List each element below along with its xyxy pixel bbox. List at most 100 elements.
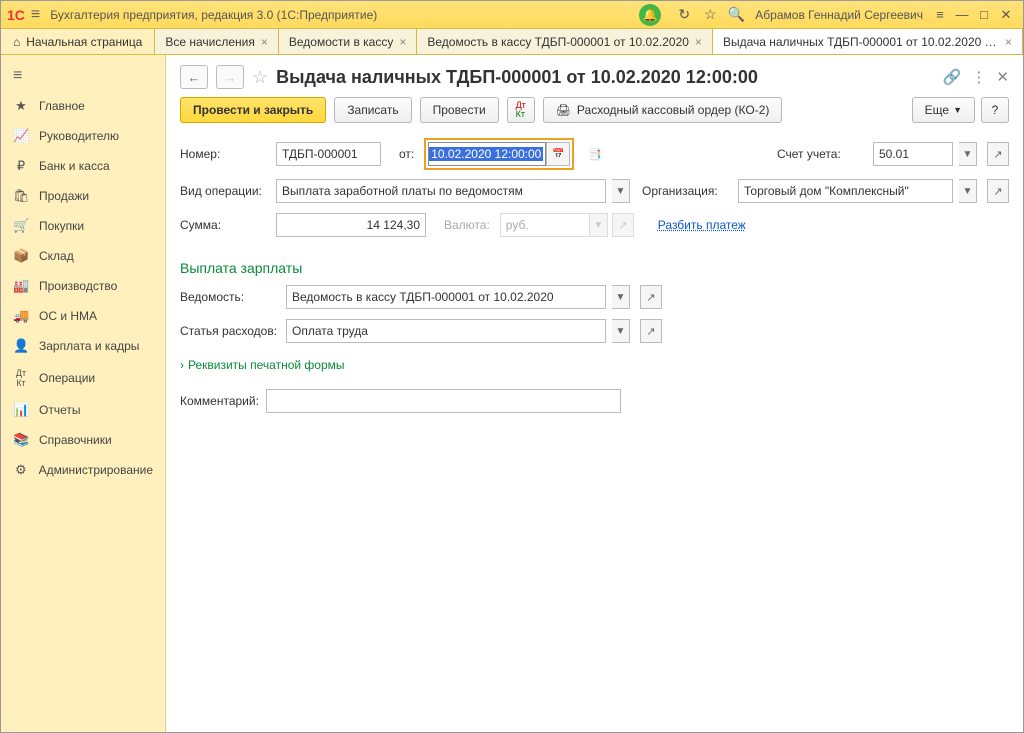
comment-input[interactable] [266,389,621,413]
label-vedom: Ведомость: [180,290,280,304]
close-icon[interactable]: ✕ [995,7,1017,23]
menu-icon[interactable]: ≡ [31,6,40,24]
org-open-icon[interactable]: ↗ [987,179,1009,203]
button-label: Записать [347,103,398,117]
summa-input[interactable]: 14 124,30 [276,213,426,237]
schet-dropdown[interactable]: ▼ [959,142,977,166]
statya-open-icon[interactable]: ↗ [640,319,662,343]
nomer-value: ТДБП-000001 [282,147,358,161]
sidebar-item-otch[interactable]: 📊Отчеты [1,395,165,425]
schet-input[interactable]: 50.01 [873,142,953,166]
minimize-icon[interactable]: — [951,7,973,22]
search-icon[interactable]: 🔍 [726,6,746,23]
forward-button[interactable]: → [216,65,244,89]
print-ko2-button[interactable]: 🖨Расходный кассовый ордер (КО-2) [543,97,783,123]
chevron-down-icon: ▼ [953,105,962,115]
sidebar-item-sklad[interactable]: 📦Склад [1,241,165,271]
tab-vedomosti[interactable]: Ведомости в кассу × [279,29,417,54]
nomer-input[interactable]: ТДБП-000001 [276,142,381,166]
razbit-link[interactable]: Разбить платеж [658,218,746,232]
sidebar-item-proizv[interactable]: 🏭Производство [1,271,165,301]
sidebar-item-prod[interactable]: 🛍Продажи [1,181,165,211]
zapisat-button[interactable]: Записать [334,97,411,123]
sidebar-item-bank[interactable]: ₽Банк и касса [1,151,165,181]
org-input[interactable]: Торговый дом "Комплексный" [738,179,953,203]
sidebar-item-label: Главное [39,99,85,113]
user-name[interactable]: Абрамов Геннадий Сергеевич [755,8,923,22]
tab-vydacha-doc[interactable]: Выдача наличных ТДБП-000001 от 10.02.202… [713,29,1023,54]
kebab-icon[interactable]: ⋮ [971,68,986,86]
tab-vedomost-doc[interactable]: Ведомость в кассу ТДБП-000001 от 10.02.2… [417,29,713,54]
vid-dropdown[interactable]: ▼ [612,179,630,203]
sidebar-item-pok[interactable]: 🛒Покупки [1,211,165,241]
vedom-dropdown[interactable]: ▼ [612,285,630,309]
sidebar-item-ruk[interactable]: 📈Руководителю [1,121,165,151]
statya-input[interactable]: Оплата труда [286,319,606,343]
chevron-right-icon: › [180,358,184,372]
statya-dropdown[interactable]: ▼ [612,319,630,343]
valuta-open-icon: ↗ [612,213,634,237]
label-schet: Счет учета: [777,147,867,161]
sidebar-item-main[interactable]: ★Главное [1,91,165,121]
vedom-input[interactable]: Ведомость в кассу ТДБП-000001 от 10.02.2… [286,285,606,309]
tab-close-icon[interactable]: × [399,35,406,49]
schet-open-icon[interactable]: ↗ [987,142,1009,166]
tab-label: Выдача наличных ТДБП-000001 от 10.02.202… [723,35,999,49]
label-summa: Сумма: [180,218,270,232]
sidebar-collapse-icon[interactable]: ≡ [1,61,165,91]
valuta-input: руб. [500,213,590,237]
summa-value: 14 124,30 [367,218,420,232]
toolbar: Провести и закрыть Записать Провести ДтК… [166,97,1023,134]
tab-home[interactable]: ⌂ Начальная страница [1,29,155,54]
sidebar-item-sprav[interactable]: 📚Справочники [1,425,165,455]
truck-icon: 🚚 [13,308,29,324]
factory-icon: 🏭 [13,278,29,294]
org-dropdown[interactable]: ▼ [959,179,977,203]
sidebar-item-label: Банк и касса [39,159,110,173]
sidebar-item-oper[interactable]: ДтКтОперации [1,361,165,395]
link-icon[interactable]: 🔗 [943,68,962,86]
favorite-star-icon[interactable]: ☆ [252,67,268,88]
tab-label: Ведомости в кассу [289,35,393,49]
dtkt-button[interactable]: ДтКт [507,97,535,123]
bell-icon[interactable]: 🔔 [639,4,661,26]
tab-all-accruals[interactable]: Все начисления × [155,29,279,54]
tab-close-icon[interactable]: × [695,35,702,49]
tab-close-icon[interactable]: × [261,35,268,49]
person-icon: 👤 [13,338,29,354]
titlebar: 1C ≡ Бухгалтерия предприятия, редакция 3… [1,1,1023,29]
sidebar-item-label: Склад [39,249,74,263]
calendar-icon[interactable]: 📅 [546,142,570,166]
button-label: Еще [925,103,949,117]
provesti-zakryt-button[interactable]: Провести и закрыть [180,97,326,123]
sidebar-item-label: ОС и НМА [39,309,97,323]
vid-input[interactable]: Выплата заработной платы по ведомостям [276,179,606,203]
provesti-button[interactable]: Провести [420,97,499,123]
label-ot: от: [399,147,414,161]
vedom-open-icon[interactable]: ↗ [640,285,662,309]
mode-icon[interactable]: 📑 [584,142,606,166]
close-doc-icon[interactable]: ✕ [996,68,1009,86]
sidebar-item-admin[interactable]: ⚙Администрирование [1,455,165,485]
app-title: Бухгалтерия предприятия, редакция 3.0 (1… [50,8,377,22]
sidebar-item-zarp[interactable]: 👤Зарплата и кадры [1,331,165,361]
help-button[interactable]: ? [981,97,1009,123]
printer-icon: 🖨 [556,103,571,117]
history-icon[interactable]: ↻ [674,6,694,23]
rekvizity-expand[interactable]: › Реквизиты печатной формы [180,358,345,372]
section-title: Выплата зарплаты [166,250,1023,280]
sidebar-item-label: Операции [39,371,95,385]
form: Номер: ТДБП-000001 от: 10.02.2020 12:00:… [166,134,1023,250]
schet-value: 50.01 [879,147,909,161]
more-button[interactable]: Еще ▼ [912,97,975,123]
sidebar-item-os[interactable]: 🚚 ОС и НМА [1,301,165,331]
doc-header: ← → ☆ Выдача наличных ТДБП-000001 от 10.… [166,55,1023,97]
star-icon[interactable]: ☆ [700,6,720,23]
back-button[interactable]: ← [180,65,208,89]
tab-close-icon[interactable]: × [1005,35,1012,49]
maximize-icon[interactable]: □ [973,7,995,22]
sidebar-toggle-icon[interactable]: ≡ [929,7,951,22]
button-label: ? [992,103,999,117]
date-input[interactable]: 10.02.2020 12:00:00 [428,142,546,166]
content: ← → ☆ Выдача наличных ТДБП-000001 от 10.… [166,55,1023,732]
